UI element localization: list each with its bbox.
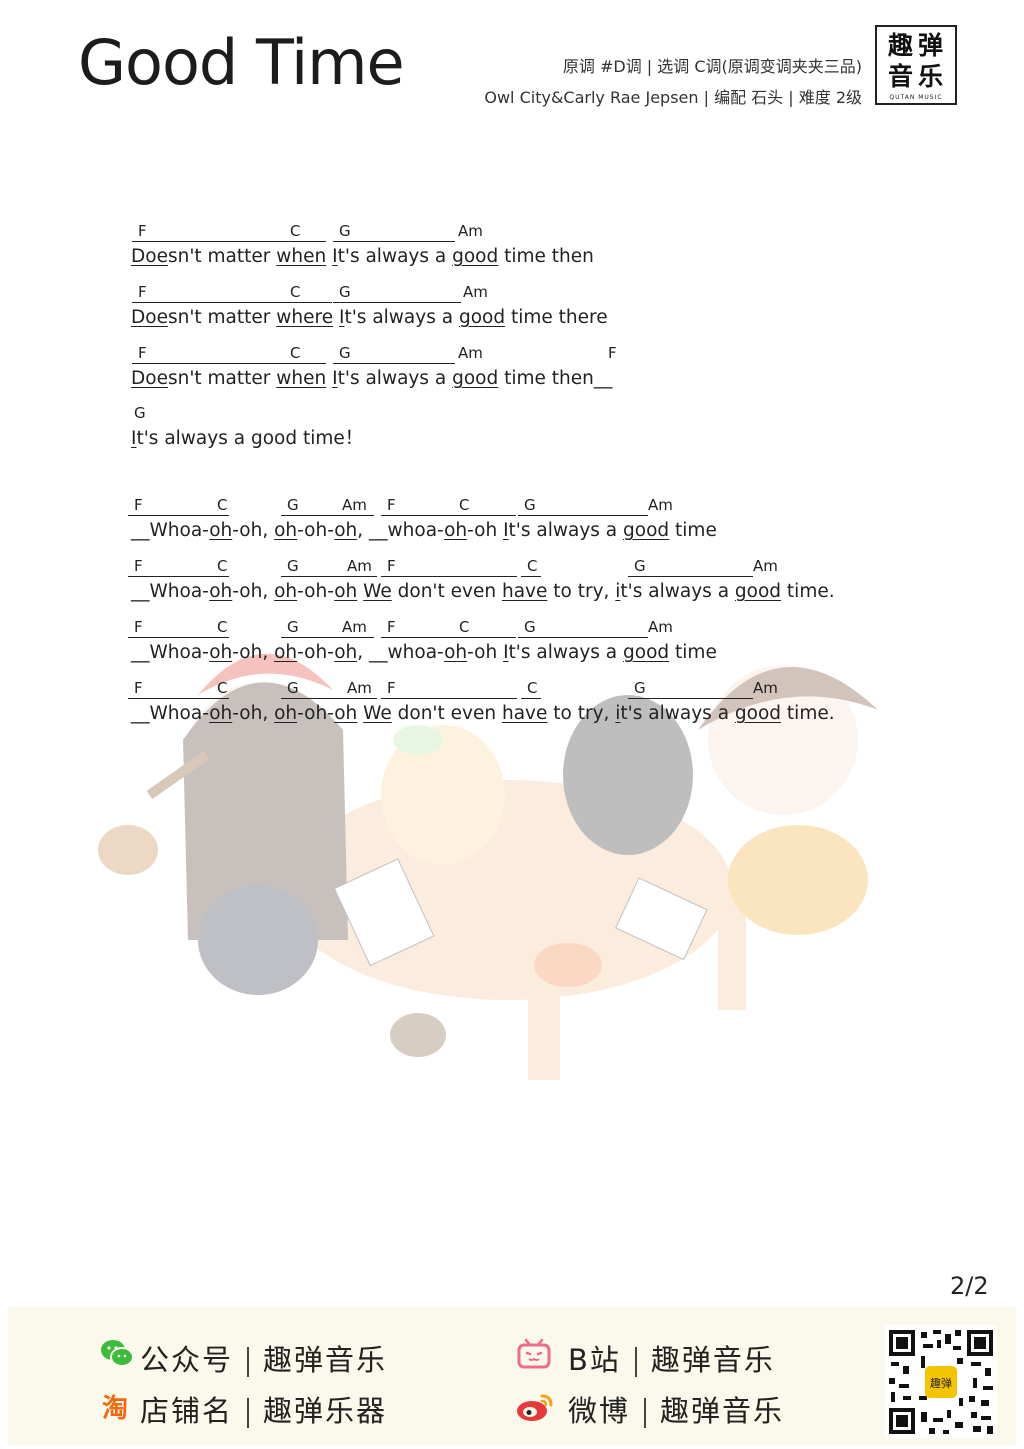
taobao-icon: 淘 — [102, 1394, 128, 1422]
chord: C — [521, 680, 541, 699]
chord: G — [281, 558, 343, 577]
chord: G — [333, 223, 455, 242]
lyric-line: Doesn't matter when It's always a good t… — [131, 246, 594, 267]
chord: C — [521, 558, 541, 577]
chord-sheet: F C G Am Doesn't matter when It's always… — [0, 0, 1024, 1449]
chord: F — [381, 619, 453, 638]
chord: C — [284, 223, 326, 242]
chord: G — [333, 284, 461, 303]
qr-badge-text: 趣弹 — [930, 1376, 952, 1390]
page-number: 2/2 — [950, 1272, 989, 1300]
chord: F — [381, 497, 453, 516]
lyric-line: It's always a good time！ — [131, 428, 364, 449]
lyric-line: __Whoa-oh-oh, oh-oh-oh, __whoa-oh-oh It'… — [131, 642, 717, 663]
chord: C — [453, 497, 516, 516]
chord: G — [281, 619, 338, 638]
chord: Am — [648, 496, 673, 514]
footer-weibo: 微博 趣弹音乐 — [568, 1394, 785, 1428]
chord: F — [128, 497, 211, 516]
chord: C — [211, 558, 229, 577]
chord: C — [211, 680, 229, 699]
chord: F — [128, 558, 211, 577]
chord: G — [134, 404, 146, 422]
footer-wechat: 公众号 趣弹音乐 — [140, 1343, 388, 1377]
chord: Am — [458, 222, 483, 240]
svg-text:淘: 淘 — [102, 1394, 128, 1422]
lyric-line: Doesn't matter when It's always a good t… — [131, 368, 613, 389]
chord: Am — [336, 619, 374, 638]
chord: G — [518, 497, 648, 516]
chord: Am — [753, 679, 778, 697]
chord: Am — [648, 618, 673, 636]
bilibili-icon — [517, 1338, 551, 1369]
chord: G — [628, 558, 753, 577]
chord: C — [211, 619, 229, 638]
chord: C — [211, 497, 229, 516]
lyric-line: __Whoa-oh-oh, oh-oh-oh We don't even hav… — [131, 703, 835, 724]
chord: C — [284, 345, 326, 364]
footer-taobao: 店铺名 趣弹乐器 — [140, 1394, 388, 1428]
chord: Am — [341, 680, 377, 699]
chord: F — [128, 619, 211, 638]
chord: G — [518, 619, 648, 638]
chord: C — [284, 284, 332, 303]
chord: G — [333, 345, 455, 364]
chord: Am — [753, 557, 778, 575]
qr-code[interactable]: 趣弹 — [885, 1326, 997, 1438]
chord: C — [453, 619, 516, 638]
chord: F — [381, 558, 517, 577]
chord: Am — [458, 344, 483, 362]
chord: G — [281, 680, 343, 699]
chord: F — [128, 680, 211, 699]
wechat-icon — [101, 1340, 134, 1367]
weibo-icon — [517, 1394, 553, 1421]
chord: Am — [341, 558, 377, 577]
footer-bilibili: B站 趣弹音乐 — [568, 1343, 775, 1377]
lyric-line: __Whoa-oh-oh, oh-oh-oh, __whoa-oh-oh It'… — [131, 520, 717, 541]
chord: G — [628, 680, 753, 699]
chord: F — [381, 680, 517, 699]
chord: G — [281, 497, 338, 516]
chord: Am — [463, 283, 488, 301]
lyric-line: Doesn't matter where It's always a good … — [131, 307, 608, 328]
lyric-line: __Whoa-oh-oh, oh-oh-oh We don't even hav… — [131, 581, 835, 602]
chord: Am — [336, 497, 374, 516]
chord: F — [608, 344, 617, 362]
